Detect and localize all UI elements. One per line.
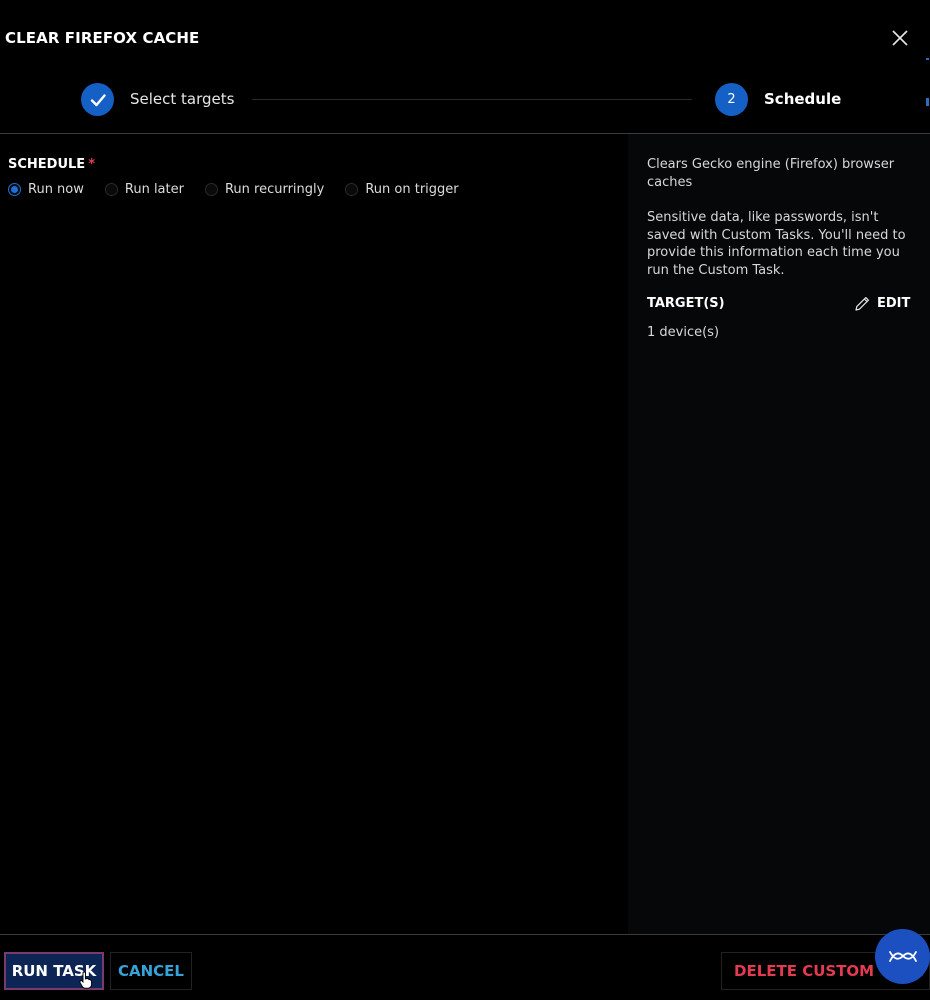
edit-targets-button[interactable]: EDIT bbox=[854, 295, 910, 312]
close-icon bbox=[892, 30, 908, 46]
radio-run-recurringly[interactable]: Run recurringly bbox=[204, 182, 325, 197]
cancel-button[interactable]: CANCEL bbox=[110, 952, 192, 990]
assistant-fab-button[interactable] bbox=[875, 929, 930, 984]
step-2-label: Schedule bbox=[764, 90, 842, 108]
radio-button[interactable] bbox=[104, 183, 118, 196]
schedule-label: SCHEDULE * bbox=[8, 157, 95, 172]
task-description: Clears Gecko engine (Firefox) browser ca… bbox=[647, 157, 895, 190]
radio-run-on-trigger[interactable]: Run on trigger bbox=[345, 182, 459, 197]
stepper: Select targets 2 Schedule bbox=[0, 58, 930, 122]
step-2-indicator: 2 bbox=[715, 83, 748, 116]
dialog-title: CLEAR FIREFOX CACHE bbox=[5, 29, 200, 47]
schedule-radio-group: Run now Run later Run recurringly Run on… bbox=[8, 182, 480, 197]
wave-icon bbox=[888, 950, 917, 962]
radio-run-now[interactable]: Run now bbox=[8, 182, 84, 197]
close-button[interactable] bbox=[889, 27, 911, 49]
radio-label: Run on trigger bbox=[365, 182, 459, 197]
hand-cursor-icon bbox=[79, 971, 93, 993]
step-1-label[interactable]: Select targets bbox=[130, 90, 234, 108]
radio-label: Run now bbox=[28, 182, 84, 197]
schedule-panel: SCHEDULE * Run now Run later Run recurrin… bbox=[0, 134, 628, 934]
edge-indicator bbox=[926, 98, 929, 106]
radio-run-later[interactable]: Run later bbox=[104, 182, 184, 197]
pencil-icon bbox=[855, 297, 869, 311]
dialog-header: CLEAR FIREFOX CACHE bbox=[0, 0, 930, 78]
targets-heading: TARGET(S) bbox=[647, 296, 725, 311]
step-connector bbox=[252, 99, 692, 100]
dialog-footer: RUN TASK CANCEL DELETE CUSTOM TASK bbox=[0, 935, 930, 1000]
check-icon bbox=[90, 93, 106, 106]
radio-button[interactable] bbox=[345, 183, 359, 196]
edge-indicator bbox=[926, 58, 929, 60]
radio-button-checked[interactable] bbox=[8, 183, 21, 196]
radio-button[interactable] bbox=[204, 183, 218, 196]
required-mark: * bbox=[88, 157, 95, 172]
edit-label: EDIT bbox=[877, 296, 911, 311]
details-sidebar: Clears Gecko engine (Firefox) browser ca… bbox=[628, 134, 930, 934]
radio-label: Run recurringly bbox=[224, 182, 325, 197]
step-1-indicator[interactable] bbox=[81, 83, 114, 116]
sensitive-data-note: Sensitive data, like passwords, isn't sa… bbox=[647, 210, 906, 278]
target-count: 1 device(s) bbox=[647, 325, 720, 340]
radio-label: Run later bbox=[124, 182, 184, 197]
